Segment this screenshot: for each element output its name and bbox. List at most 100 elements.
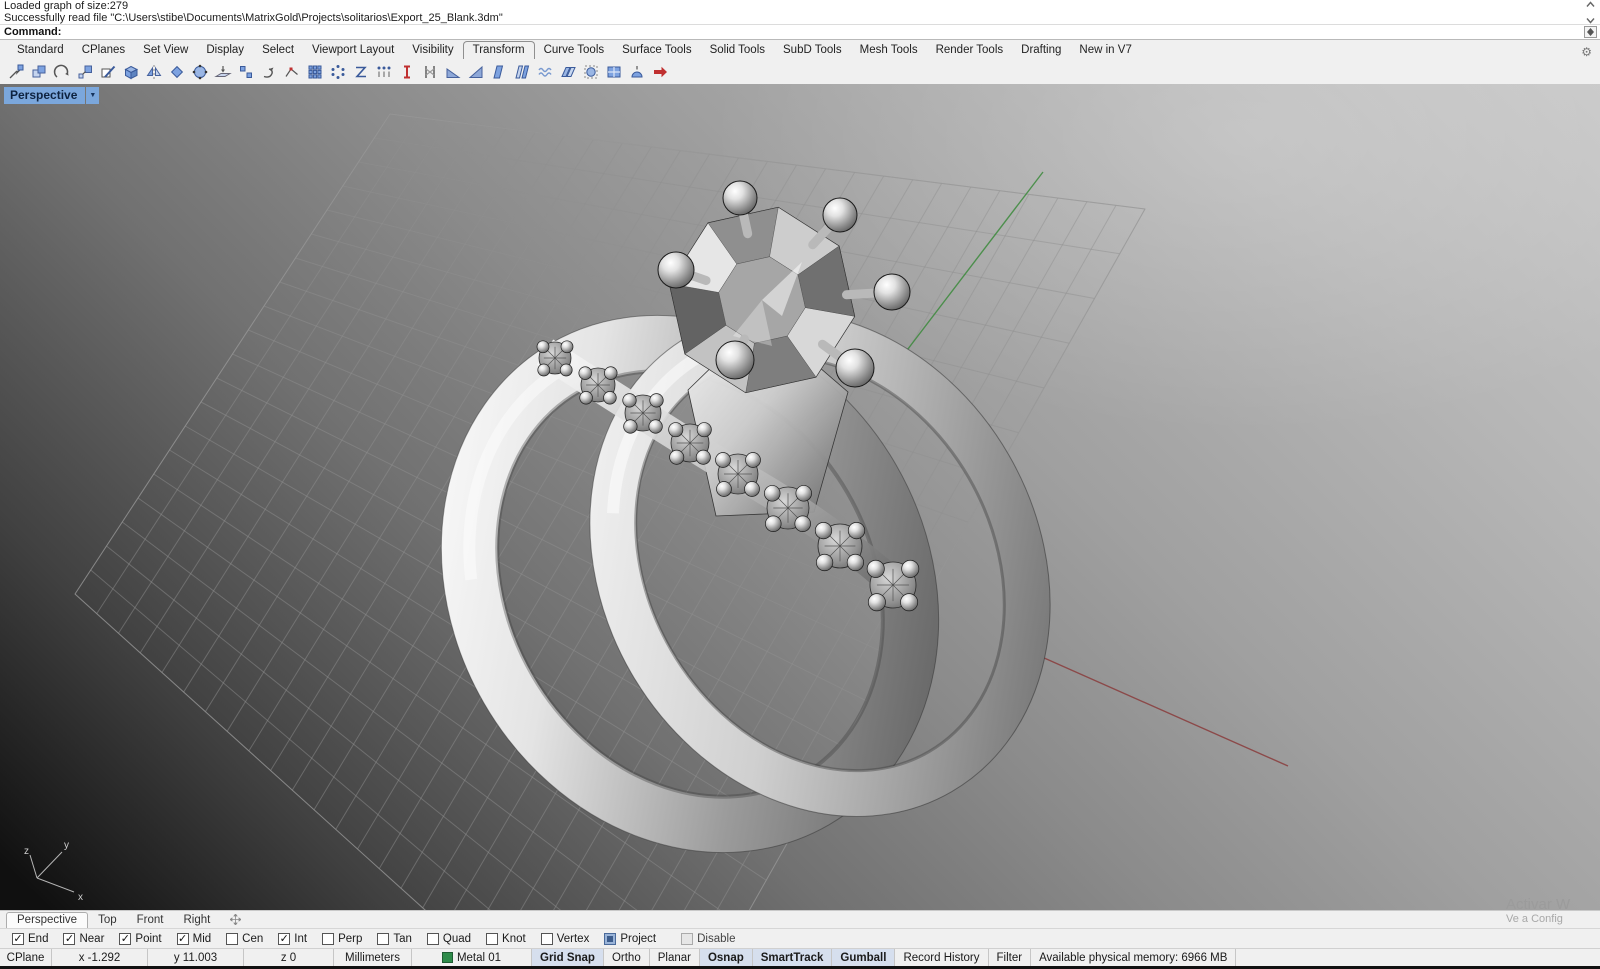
status-pane-filter[interactable]: Filter [989, 949, 1032, 966]
project-to-cplane-icon[interactable] [212, 61, 233, 82]
osnap-point-checkbox[interactable]: ✓ [119, 933, 131, 945]
osnap-vertex-checkbox[interactable] [541, 933, 553, 945]
osnap-int-checkbox[interactable]: ✓ [278, 933, 290, 945]
twist-icon[interactable] [396, 61, 417, 82]
osnap-disable[interactable]: Disable [681, 933, 735, 945]
toolbar-tab-drafting[interactable]: Drafting [1012, 42, 1070, 59]
osnap-project-checkbox[interactable] [604, 933, 616, 945]
command-prompt-row[interactable]: Command: [0, 24, 1600, 39]
osnap-end-checkbox[interactable]: ✓ [12, 933, 24, 945]
array-rectangular-icon[interactable] [304, 61, 325, 82]
osnap-mid[interactable]: ✓Mid [177, 933, 212, 945]
status-pane-ortho[interactable]: Ortho [604, 949, 650, 966]
osnap-project[interactable]: Project [604, 933, 656, 945]
flow-along-surface-icon[interactable] [557, 61, 578, 82]
status-pane-z-coordinate[interactable]: z 0 [244, 949, 334, 966]
osnap-near[interactable]: ✓Near [63, 933, 104, 945]
four-way-arrow-icon[interactable] [230, 914, 241, 925]
cage-edit-icon[interactable] [189, 61, 210, 82]
toolbar-tab-cplanes[interactable]: CPlanes [73, 42, 134, 59]
status-pane-memory[interactable]: Available physical memory: 6966 MB [1031, 949, 1236, 966]
status-pane-units[interactable]: Millimeters [334, 949, 412, 966]
toolbar-tab-mesh-tools[interactable]: Mesh Tools [851, 42, 927, 59]
status-pane-grid-snap[interactable]: Grid Snap [532, 949, 604, 966]
osnap-int[interactable]: ✓Int [278, 933, 307, 945]
osnap-quad-checkbox[interactable] [427, 933, 439, 945]
dome-icon[interactable] [626, 61, 647, 82]
orient-icon[interactable] [97, 61, 118, 82]
osnap-disable-checkbox[interactable] [681, 933, 693, 945]
status-pane-smarttrack[interactable]: SmartTrack [753, 949, 833, 966]
toolbar-tab-viewport-layout[interactable]: Viewport Layout [303, 42, 403, 59]
rotate-icon[interactable] [51, 61, 72, 82]
status-pane-x-coordinate[interactable]: x -1.292 [52, 949, 148, 966]
move-uvn-icon[interactable] [281, 61, 302, 82]
array-polar-icon[interactable] [327, 61, 348, 82]
orient-on-curve-icon[interactable] [258, 61, 279, 82]
osnap-project-label: Project [620, 933, 656, 945]
viewport-tab-right[interactable]: Right [173, 913, 220, 927]
status-pane-cplane[interactable]: CPlane [0, 949, 52, 966]
osnap-cen[interactable]: Cen [226, 933, 263, 945]
toolbar-tab-set-view[interactable]: Set View [134, 42, 197, 59]
gear-icon[interactable]: ⚙ [1581, 45, 1592, 59]
command-spinner[interactable] [1584, 26, 1597, 38]
viewport-title-text[interactable]: Perspective [4, 87, 85, 104]
toolbar-tab-visibility[interactable]: Visibility [403, 42, 462, 59]
viewport-tab-perspective[interactable]: Perspective [6, 912, 88, 929]
osnap-vertex[interactable]: Vertex [541, 933, 590, 945]
move-icon[interactable] [5, 61, 26, 82]
osnap-perp[interactable]: Perp [322, 933, 362, 945]
osnap-tan-checkbox[interactable] [377, 933, 389, 945]
mirror-icon[interactable] [143, 61, 164, 82]
osnap-near-checkbox[interactable]: ✓ [63, 933, 75, 945]
osnap-mid-checkbox[interactable]: ✓ [177, 933, 189, 945]
exit-icon[interactable] [649, 61, 670, 82]
toolbar-tab-select[interactable]: Select [253, 42, 303, 59]
toolbar-tab-transform[interactable]: Transform [463, 41, 535, 59]
osnap-tan[interactable]: Tan [377, 933, 412, 945]
status-pane-y-coordinate[interactable]: y 11.003 [148, 949, 244, 966]
smooth-icon[interactable] [534, 61, 555, 82]
toolbar-tab-curve-tools[interactable]: Curve Tools [535, 42, 614, 59]
toolbar-tab-render-tools[interactable]: Render Tools [927, 42, 1013, 59]
osnap-end[interactable]: ✓End [12, 933, 48, 945]
rotate-3d-icon[interactable] [166, 61, 187, 82]
shear-icon[interactable] [350, 61, 371, 82]
status-pane-osnap[interactable]: Osnap [700, 949, 753, 966]
osnap-knot[interactable]: Knot [486, 933, 526, 945]
status-pane-gumball[interactable]: Gumball [832, 949, 895, 966]
viewport-title-dropdown-icon[interactable]: ▼ [86, 87, 99, 104]
osnap-knot-checkbox[interactable] [486, 933, 498, 945]
status-pane-current-layer[interactable]: Metal 01 [412, 949, 532, 966]
incline-icon[interactable] [511, 61, 532, 82]
viewport-tab-top[interactable]: Top [88, 913, 127, 927]
osnap-perp-checkbox[interactable] [322, 933, 334, 945]
toolbar-tab-subd-tools[interactable]: SubD Tools [774, 42, 851, 59]
array-on-surface-icon[interactable] [603, 61, 624, 82]
smash-icon[interactable] [465, 61, 486, 82]
perspective-viewport[interactable]: z y x Perspective ▼ [0, 84, 1600, 910]
taper-icon[interactable] [442, 61, 463, 82]
toolbar-tab-solid-tools[interactable]: Solid Tools [701, 42, 774, 59]
scale-icon[interactable] [74, 61, 95, 82]
maelstrom-icon[interactable] [580, 61, 601, 82]
bend-icon[interactable] [419, 61, 440, 82]
osnap-quad[interactable]: Quad [427, 933, 471, 945]
status-pane-record-history[interactable]: Record History [895, 949, 988, 966]
set-points-icon[interactable] [235, 61, 256, 82]
viewport-title[interactable]: Perspective ▼ [4, 87, 99, 104]
status-pane-planar[interactable]: Planar [650, 949, 700, 966]
toolbar-tab-new-in-v7[interactable]: New in V7 [1070, 42, 1140, 59]
osnap-cen-checkbox[interactable] [226, 933, 238, 945]
orient-on-surface-icon[interactable] [120, 61, 141, 82]
toolbar-tab-surface-tools[interactable]: Surface Tools [613, 42, 700, 59]
stretch-icon[interactable] [488, 61, 509, 82]
osnap-point[interactable]: ✓Point [119, 933, 161, 945]
viewport-tab-front[interactable]: Front [127, 913, 174, 927]
command-history-scrollbar[interactable] [1583, 1, 1597, 24]
copy-icon[interactable] [28, 61, 49, 82]
toolbar-tab-display[interactable]: Display [197, 42, 253, 59]
toolbar-tab-standard[interactable]: Standard [8, 42, 73, 59]
array-along-curve-icon[interactable] [373, 61, 394, 82]
